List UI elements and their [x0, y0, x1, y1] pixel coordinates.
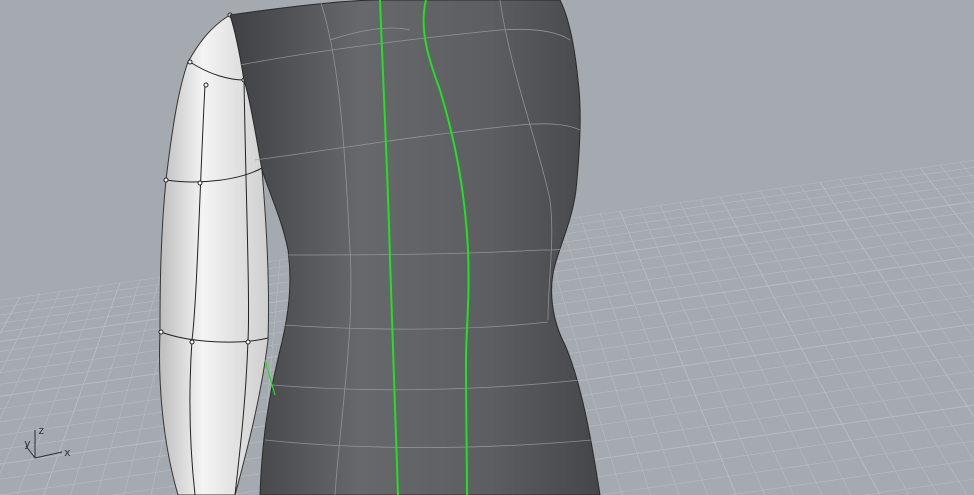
- grid-line: [719, 196, 881, 495]
- z-axis-label: z: [38, 424, 45, 437]
- grid-line: [70, 279, 141, 495]
- scene: z x y: [0, 0, 974, 495]
- grid-line: [759, 190, 939, 495]
- grid-line: [729, 459, 974, 495]
- x-axis-label: x: [64, 446, 71, 459]
- grid-line: [659, 205, 794, 495]
- grid-line: [839, 179, 974, 377]
- grid-line: [96, 276, 161, 495]
- grid-line: [0, 294, 41, 374]
- grid-line: [779, 187, 968, 495]
- y-axis-label: y: [24, 437, 31, 450]
- grid-line: [0, 296, 21, 334]
- grid-line: [619, 210, 737, 495]
- grid-line: [699, 199, 852, 495]
- grid-line: [879, 173, 974, 304]
- grid-line: [16, 285, 101, 495]
- grid-line: [599, 213, 708, 495]
- grid-line: [43, 282, 121, 495]
- grid-line: [639, 207, 766, 495]
- grid-line: [799, 184, 974, 461]
- grid-line: [819, 181, 974, 417]
- grid-line: [899, 170, 974, 270]
- grid-line: [739, 193, 910, 495]
- grid-line: [859, 176, 974, 339]
- grid-line: [864, 478, 974, 495]
- grid-line: [939, 164, 974, 208]
- grid-line: [579, 216, 680, 495]
- perspective-viewport[interactable]: z x y: [0, 0, 974, 495]
